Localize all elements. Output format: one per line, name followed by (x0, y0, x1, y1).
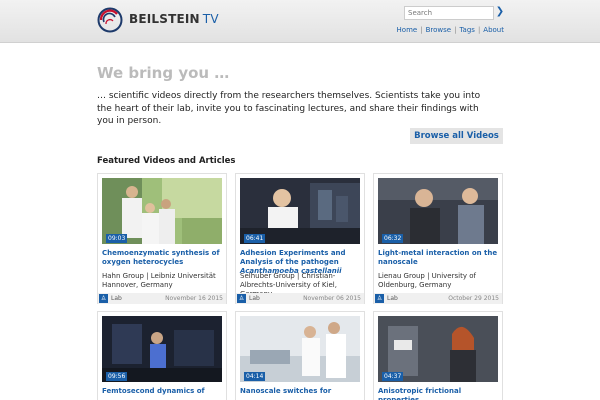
site-header: BEILSTEINTV ❯ Home|Browse|Tags|About (0, 0, 600, 43)
research-group: Lienau Group | University of Oldenburg, … (378, 272, 476, 289)
main-nav: Home | Browse | Tags | About (397, 26, 504, 34)
lab-category-icon: ♙ (375, 294, 384, 303)
nav-home[interactable]: Home (397, 26, 418, 34)
video-card[interactable]: 04:37 Anisotropic frictional properties (373, 311, 503, 400)
nav-browse[interactable]: Browse (426, 26, 452, 34)
video-card[interactable]: 04:14 Nanoscale switches for (235, 311, 365, 400)
video-duration: 04:14 (244, 372, 266, 381)
card-footer: ♙ Lab November 06 2015 (236, 293, 364, 304)
video-category[interactable]: Lab (387, 293, 398, 304)
card-footer: ♙ Lab October 29 2015 (374, 293, 502, 304)
video-card[interactable]: 09:03 Chemoenzymatic synthesis of oxygen… (97, 173, 227, 304)
brand-suffix: TV (202, 12, 219, 26)
video-card[interactable]: 06:32 Light-metal interaction on the nan… (373, 173, 503, 304)
lab-category-icon: ♙ (237, 294, 246, 303)
video-title-link[interactable]: Light-metal interaction on the nanoscale (378, 249, 500, 267)
video-date: November 16 2015 (165, 295, 223, 302)
video-title: Light-metal interaction on the nanoscale (378, 249, 498, 266)
featured-section-title: Featured Videos and Articles (97, 156, 236, 166)
video-duration: 09:56 (106, 372, 128, 381)
video-thumbnail[interactable]: 06:41 (240, 178, 360, 244)
nav-separator: | (420, 26, 423, 34)
video-title: Anisotropic frictional properties (378, 387, 462, 400)
video-title-link[interactable]: Femtosecond dynamics of (102, 387, 224, 396)
video-date: October 29 2015 (448, 295, 499, 302)
video-title: Nanoscale switches for (240, 387, 332, 395)
nav-separator: | (477, 26, 481, 34)
video-duration: 04:37 (382, 372, 404, 381)
video-duration: 06:41 (244, 234, 266, 243)
search-submit-icon[interactable]: ❯ (495, 5, 505, 19)
lab-category-icon: ♙ (99, 294, 108, 303)
video-thumbnail[interactable]: 04:37 (378, 316, 498, 382)
video-thumbnail[interactable]: 09:56 (102, 316, 222, 382)
card-footer: ♙ Lab November 16 2015 (98, 293, 226, 304)
video-card[interactable]: 06:41 Adhesion Experiments and Analysis … (235, 173, 365, 304)
research-group: Hahn Group | Leibniz Universität Hannove… (102, 272, 216, 289)
search-input[interactable] (404, 6, 494, 20)
nav-tags[interactable]: Tags (459, 26, 475, 34)
hero-description: … scientific videos directly from the re… (97, 91, 481, 126)
video-title: Chemoenzymatic synthesis of oxygen heter… (102, 249, 220, 266)
brand-name: BEILSTEIN (129, 12, 200, 26)
video-category[interactable]: Lab (249, 293, 260, 304)
video-title-link[interactable]: Nanoscale switches for (240, 387, 362, 396)
video-card[interactable]: 09:56 Femtosecond dynamics of (97, 311, 227, 400)
nav-separator: | (454, 26, 457, 34)
nav-about[interactable]: About (483, 26, 504, 34)
brand-title[interactable]: BEILSTEIN TV (129, 12, 219, 26)
video-duration: 09:03 (106, 234, 128, 243)
browse-all-videos-button[interactable]: Browse all Videos (410, 128, 503, 144)
video-thumbnail[interactable]: 04:14 (240, 316, 360, 382)
video-date: November 06 2015 (303, 295, 361, 302)
hero-title: We bring you … (97, 64, 230, 82)
video-title: Adhesion Experiments and Analysis of the… (240, 249, 346, 266)
video-title-link[interactable]: Anisotropic frictional properties (378, 387, 500, 400)
video-thumbnail[interactable]: 09:03 (102, 178, 222, 244)
video-thumbnail[interactable]: 06:32 (378, 178, 498, 244)
beilstein-logo-icon[interactable] (97, 7, 123, 33)
video-title-link[interactable]: Chemoenzymatic synthesis of oxygen heter… (102, 249, 224, 267)
video-title: Femtosecond dynamics of (102, 387, 205, 395)
video-duration: 06:32 (382, 234, 404, 243)
video-category[interactable]: Lab (111, 293, 122, 304)
